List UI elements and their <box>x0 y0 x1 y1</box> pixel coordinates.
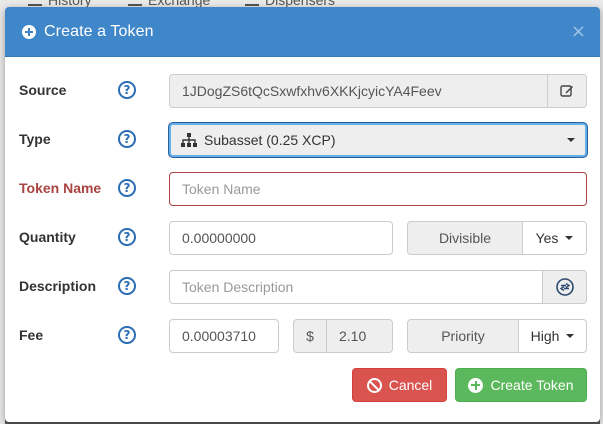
quantity-label: Quantity <box>19 229 76 245</box>
sitemap-icon <box>181 133 197 147</box>
exchange-icon <box>128 0 142 6</box>
source-label: Source <box>19 82 67 98</box>
quantity-input[interactable]: 0.00000000 <box>169 221 393 255</box>
plus-circle-icon <box>468 377 484 393</box>
source-row: Source ? 1JDogZS6tQcSxwfxhv6XKKjcyicYA4F… <box>5 74 600 108</box>
question-circle-icon[interactable]: ? <box>118 228 136 246</box>
question-circle-icon[interactable]: ? <box>118 130 136 148</box>
create-token-modal: Create a Token × Source ? 1JDogZS6tQcSxw… <box>5 7 600 422</box>
type-row: Type ? Subasset (0.25 XCP) <box>5 123 600 157</box>
question-circle-icon[interactable]: ? <box>118 326 136 344</box>
create-token-button[interactable]: Create Token <box>455 368 587 402</box>
chevron-down-icon <box>567 138 575 142</box>
token-name-row: Token Name ? Token Name <box>5 172 600 206</box>
priority-dropdown[interactable]: High <box>518 319 587 353</box>
edit-source-button[interactable] <box>547 74 587 108</box>
type-label: Type <box>19 131 51 147</box>
source-field[interactable]: 1JDogZS6tQcSxwfxhv6XKKjcyicYA4Feev <box>169 74 548 108</box>
type-select[interactable]: Subasset (0.25 XCP) <box>169 123 587 157</box>
chevron-down-icon <box>566 334 575 338</box>
divisible-value: Yes <box>535 230 559 246</box>
fee-usd-field[interactable]: 2.10 <box>326 319 393 353</box>
modal-title: Create a Token <box>44 22 154 40</box>
dispenser-icon <box>245 0 259 6</box>
token-name-label: Token Name <box>19 180 102 196</box>
question-circle-icon[interactable]: ? <box>118 277 136 295</box>
fee-label: Fee <box>19 327 44 343</box>
edit-icon <box>560 85 573 97</box>
description-row: Description ? Token Description <box>5 270 600 304</box>
token-name-input[interactable]: Token Name <box>169 172 587 206</box>
priority-label: Priority <box>407 319 519 353</box>
priority-value: High <box>530 328 560 344</box>
plus-circle-icon <box>22 24 36 39</box>
modal-header: Create a Token × <box>5 7 600 57</box>
link-icon <box>555 278 574 296</box>
question-circle-icon[interactable]: ? <box>118 81 136 99</box>
ban-icon <box>366 377 382 393</box>
close-icon[interactable]: × <box>571 22 586 41</box>
create-token-label: Create Token <box>490 377 574 393</box>
list-icon <box>28 0 42 6</box>
fee-input[interactable]: 0.00003710 <box>169 319 279 353</box>
quantity-row: Quantity ? 0.00000000 Divisible Yes <box>5 221 600 255</box>
description-link-button[interactable] <box>542 270 587 304</box>
divisible-dropdown[interactable]: Yes <box>522 221 587 255</box>
cancel-label: Cancel <box>388 377 433 393</box>
description-input[interactable]: Token Description <box>169 270 543 304</box>
currency-symbol: $ <box>293 319 327 353</box>
type-select-value: Subasset (0.25 XCP) <box>204 132 336 148</box>
fee-row: Fee ? 0.00003710 $ 2.10 Priority High <box>5 319 600 353</box>
cancel-button[interactable]: Cancel <box>352 368 447 402</box>
divisible-label: Divisible <box>407 221 523 255</box>
question-circle-icon[interactable]: ? <box>118 179 136 197</box>
chevron-down-icon <box>565 236 574 240</box>
description-label: Description <box>19 278 97 294</box>
